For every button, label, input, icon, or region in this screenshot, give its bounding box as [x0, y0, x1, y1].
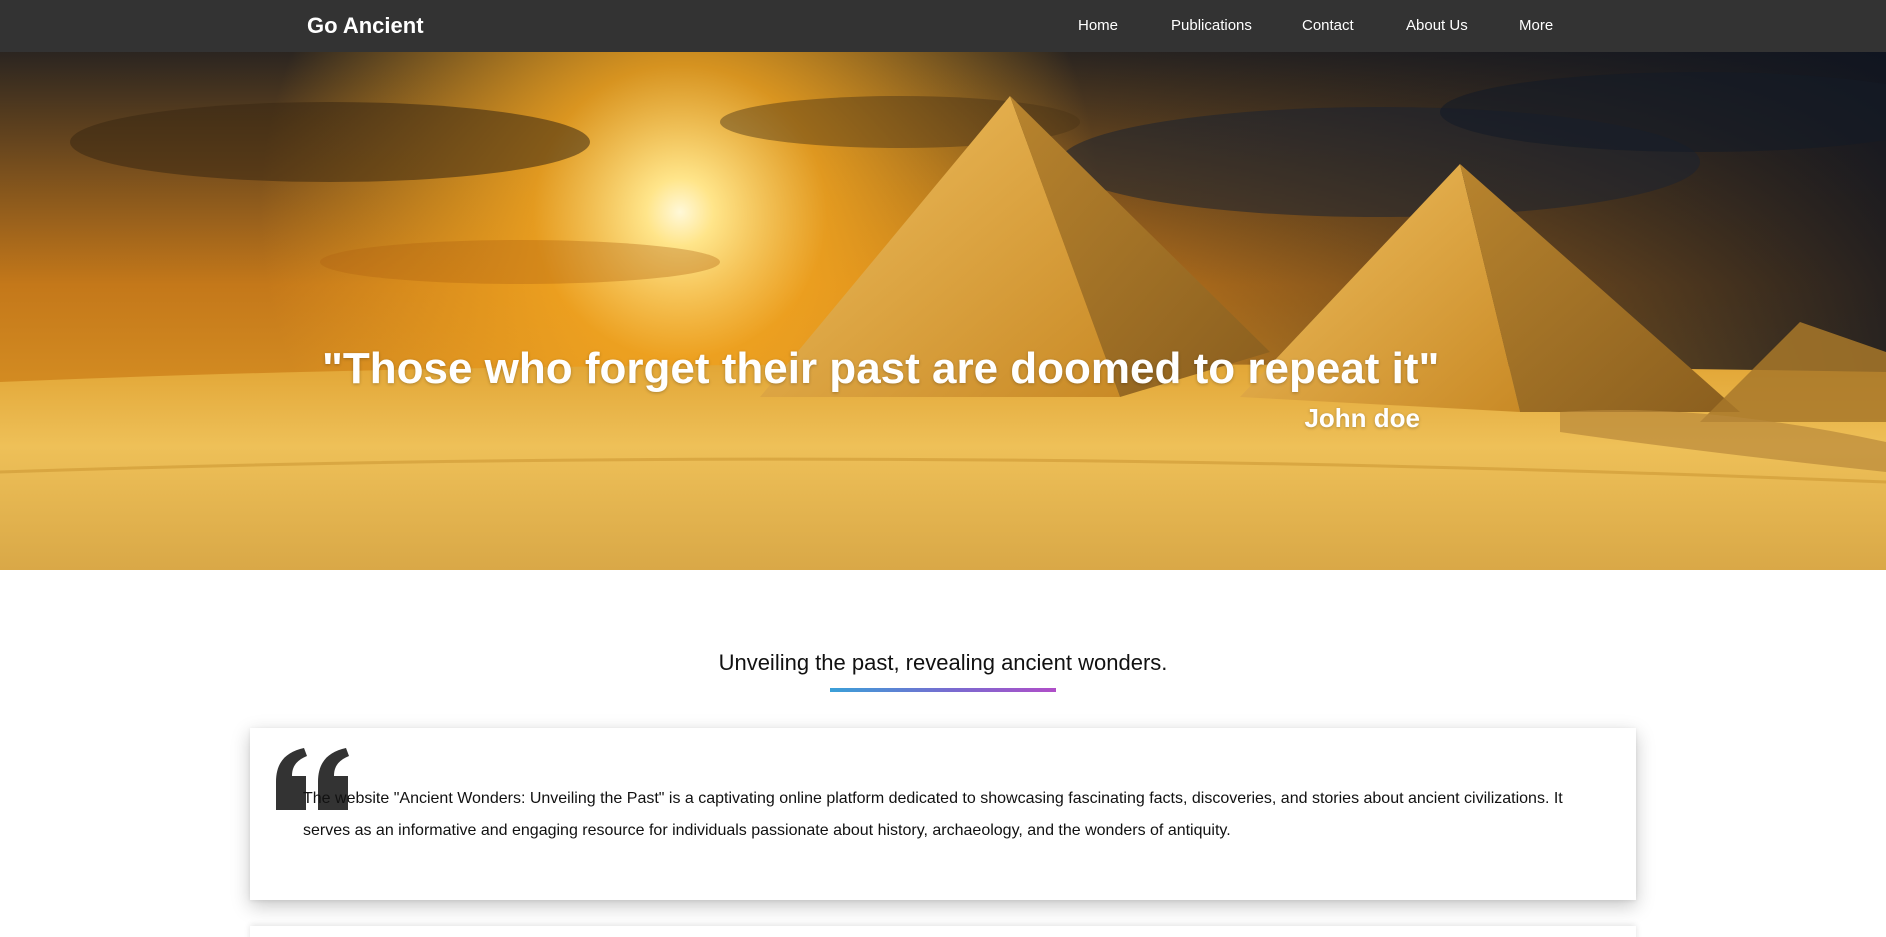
- nav-publications[interactable]: Publications: [1171, 0, 1252, 52]
- description-text: The website "Ancient Wonders: Unveiling …: [303, 790, 1563, 839]
- next-card: [250, 926, 1636, 937]
- section-tagline: Unveiling the past, revealing ancient wo…: [718, 650, 1168, 675]
- nav-home[interactable]: Home: [1078, 0, 1118, 52]
- nav-about-us[interactable]: About Us: [1406, 0, 1468, 52]
- hero-quote: "Those who forget their past are doomed …: [322, 344, 1440, 393]
- nav-contact[interactable]: Contact: [1302, 0, 1354, 52]
- hero-quote-author: John doe: [1304, 403, 1420, 433]
- nav-more[interactable]: More: [1519, 0, 1553, 52]
- pyramids-sunset-image: [0, 52, 1886, 570]
- nav-links: Home Publications Contact About Us More: [0, 0, 1886, 52]
- hero-banner: "Those who forget their past are doomed …: [0, 52, 1886, 570]
- tagline-underline: [830, 688, 1056, 692]
- description-card: The website "Ancient Wonders: Unveiling …: [250, 728, 1636, 900]
- top-navbar: Go Ancient Home Publications Contact Abo…: [0, 0, 1886, 52]
